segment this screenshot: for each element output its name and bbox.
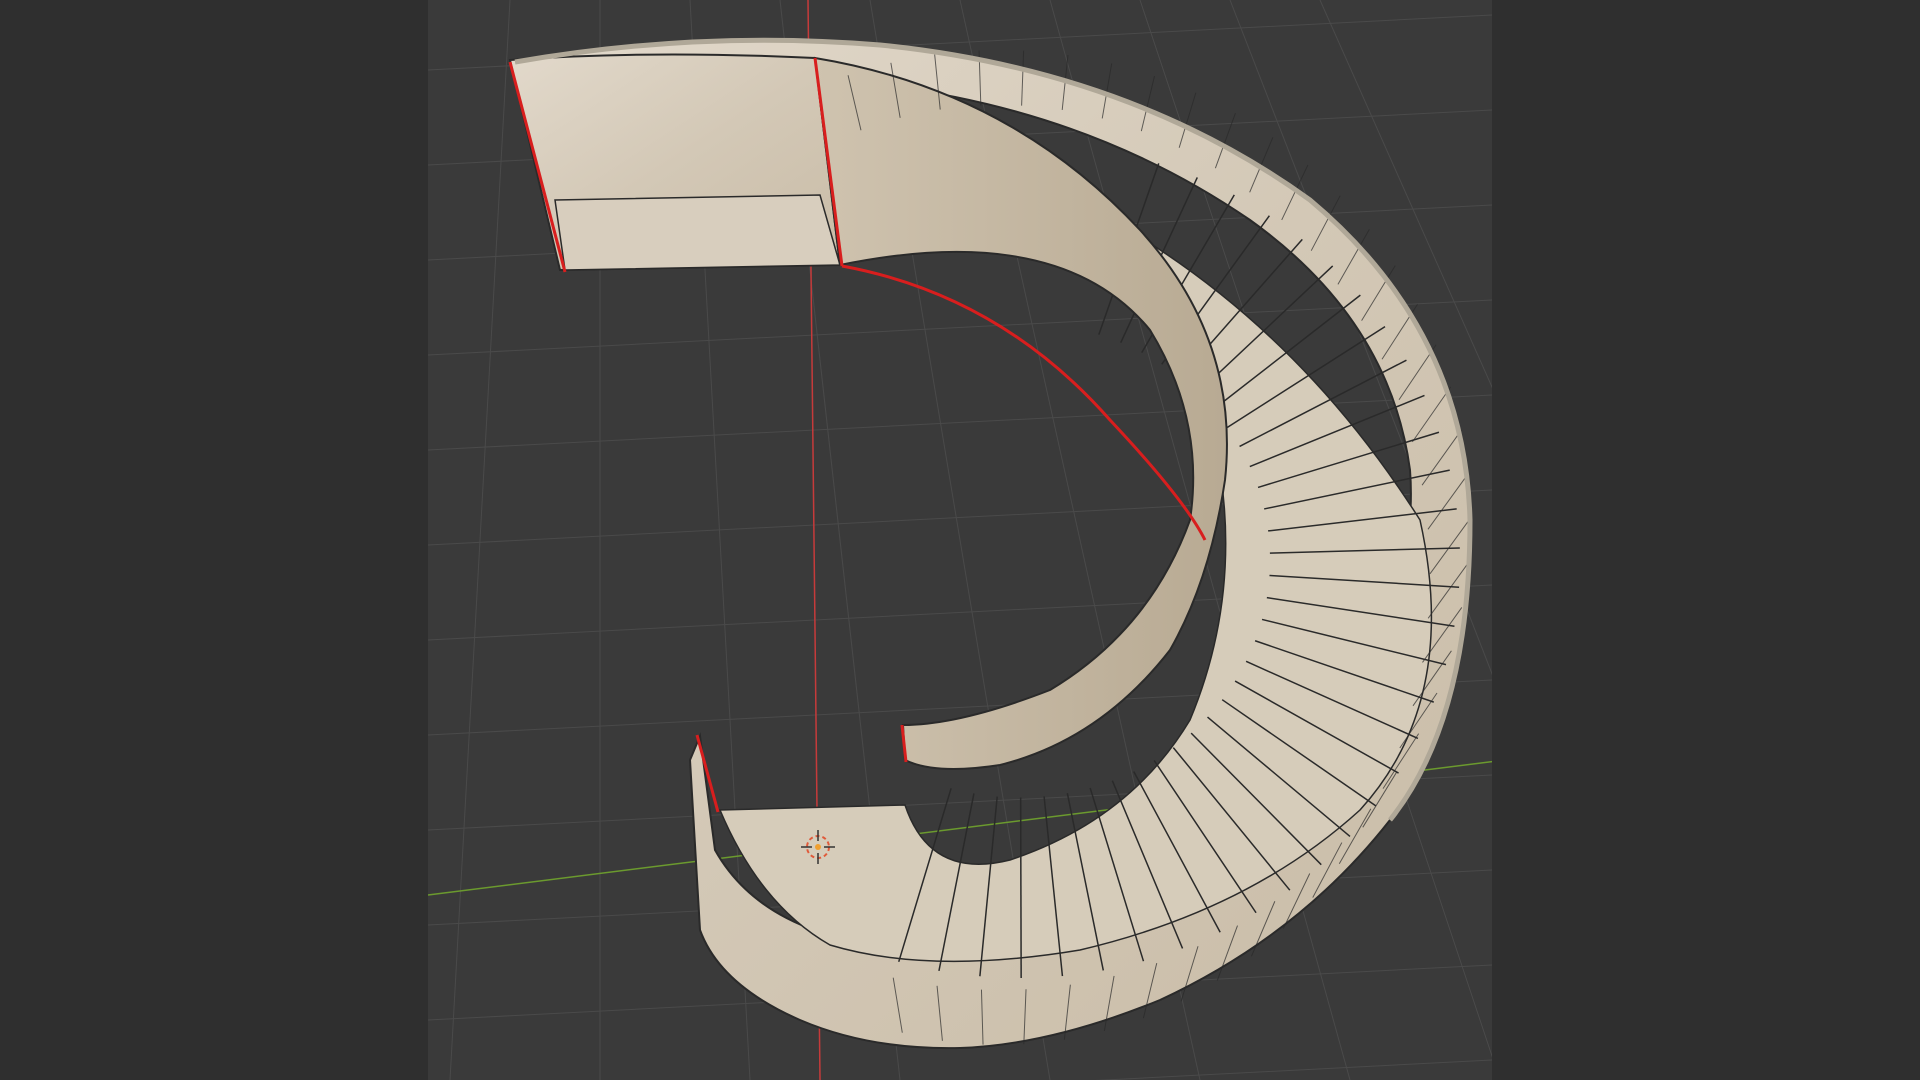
grid-line: [1095, 1059, 1493, 1080]
viewport-letterbox-left: [0, 0, 428, 1080]
3d-viewport[interactable]: [0, 0, 1920, 1080]
grid-line: [427, 299, 1493, 356]
upper-landing-floor[interactable]: [554, 194, 841, 271]
viewport-letterbox-right: [1492, 0, 1920, 1080]
spiral-staircase-object[interactable]: [508, 37, 1473, 1050]
